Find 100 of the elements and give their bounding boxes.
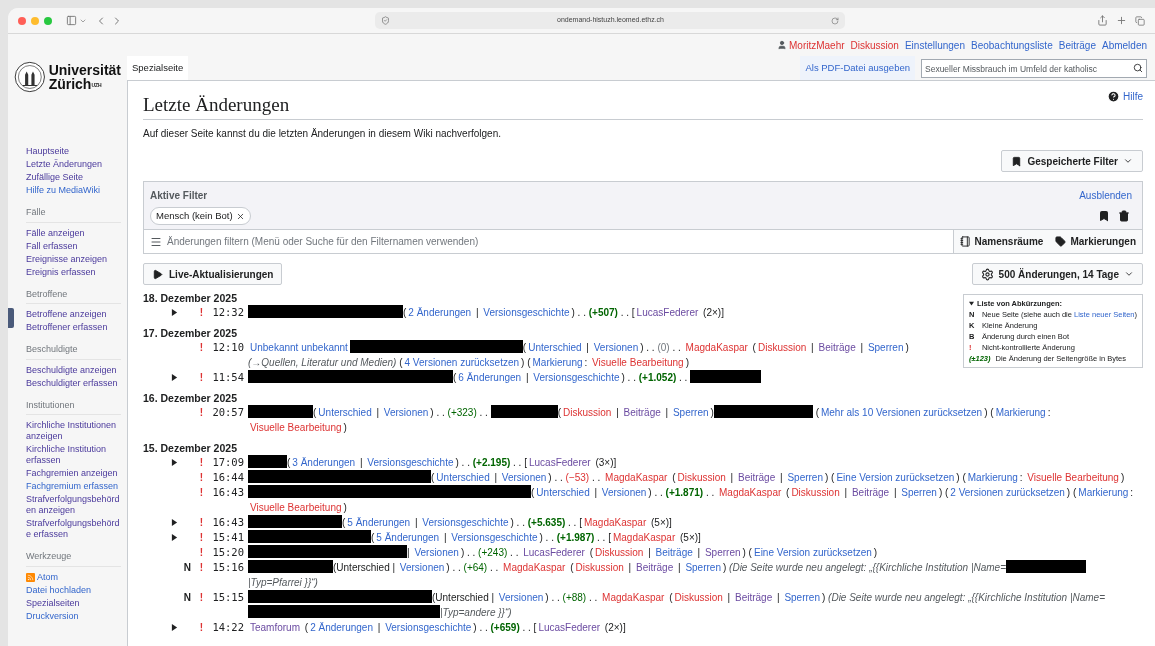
link[interactable]: LucasFederer: [528, 455, 591, 471]
saved-filters-button[interactable]: Gespeicherte Filter: [1001, 150, 1143, 172]
link[interactable]: Sperren: [901, 485, 937, 501]
link[interactable]: Beiträge: [738, 470, 776, 486]
link[interactable]: 2 Änderungen: [408, 305, 472, 321]
link[interactable]: Diskussion: [791, 485, 840, 501]
expand-triangle-icon[interactable]: [170, 459, 178, 467]
sidebar-link[interactable]: Ereignis erfassen: [26, 266, 96, 278]
link[interactable]: Visuelle Bearbeitung: [592, 355, 684, 371]
menu-icon[interactable]: [150, 235, 162, 248]
link[interactable]: Unterschied: [536, 485, 590, 501]
sidebar-icon[interactable]: [66, 15, 77, 26]
link[interactable]: Visuelle Bearbeitung: [1027, 470, 1119, 486]
link[interactable]: Sperren: [672, 405, 709, 421]
window-controls-icon[interactable]: [18, 16, 52, 25]
link[interactable]: MagdaKaspar: [612, 530, 676, 546]
link[interactable]: Eine Version zurücksetzen: [753, 545, 872, 561]
sidebar-link[interactable]: Zufällige Seite: [26, 172, 84, 183]
link[interactable]: Unterschied: [318, 405, 372, 421]
link[interactable]: MagdaKaspar: [602, 590, 665, 606]
sidebar-link[interactable]: Beschuldigter erfassen: [26, 377, 118, 389]
sidebar-link[interactable]: Kirchliche Institutionen anzeigen: [26, 420, 121, 442]
sidebar-handle[interactable]: [8, 308, 14, 328]
link[interactable]: MagdaKaspar: [719, 485, 782, 501]
link[interactable]: Unbekannt unbekannt: [250, 340, 348, 356]
link[interactable]: MagdaKaspar: [583, 515, 647, 531]
filter-chip[interactable]: Mensch (kein Bot): [150, 207, 251, 226]
link[interactable]: Beiträge: [851, 485, 890, 501]
user-menu-link[interactable]: Diskussion: [850, 37, 899, 53]
link[interactable]: Unterschied: [436, 470, 490, 486]
sidebar-link[interactable]: Beschuldigte anzeigen: [26, 364, 117, 376]
link[interactable]: 2 Änderungen: [310, 620, 373, 636]
link[interactable]: Sperren: [685, 560, 721, 576]
expand-triangle-icon[interactable]: [170, 534, 178, 542]
sidebar-link[interactable]: Strafverfolgungsbehörde erfassen: [26, 518, 121, 540]
sidebar-link[interactable]: Letzte Änderungen: [26, 159, 103, 170]
sidebar-link[interactable]: Betroffene anzeigen: [26, 309, 107, 320]
namespaces-button[interactable]: Namensräume: [952, 230, 1050, 254]
link[interactable]: Beiträge: [636, 560, 674, 576]
share-icon[interactable]: [1097, 15, 1108, 26]
help-link[interactable]: Hilfe: [1107, 89, 1143, 104]
link[interactable]: Versionen: [414, 545, 459, 561]
page-tab[interactable]: Als PDF-Datei ausgeben: [800, 56, 915, 80]
link[interactable]: 4 Versionen zurücksetzen: [404, 355, 520, 371]
link[interactable]: Diskussion: [575, 560, 624, 576]
link[interactable]: Diskussion: [674, 590, 723, 606]
link[interactable]: Sperren: [867, 340, 904, 356]
link[interactable]: Markierung: [967, 470, 1018, 486]
expand-triangle-icon[interactable]: [170, 309, 178, 317]
bookmark-icon[interactable]: [1098, 210, 1110, 223]
sidebar-link[interactable]: Fachgremien anzeigen: [26, 468, 118, 479]
expand-triangle-icon[interactable]: [170, 374, 178, 382]
user-menu-link[interactable]: Abmelden: [1101, 37, 1147, 53]
link[interactable]: 5 Änderungen: [347, 515, 411, 531]
search-icon[interactable]: [1133, 63, 1143, 73]
link[interactable]: Eine Version zurücksetzen: [836, 470, 955, 486]
link[interactable]: 3 Änderungen: [292, 455, 356, 471]
sidebar-link[interactable]: Fachgremium erfassen: [26, 481, 119, 492]
expand-triangle-icon[interactable]: [170, 519, 178, 527]
remove-icon[interactable]: [235, 211, 245, 221]
new-tab-icon[interactable]: [1116, 15, 1127, 26]
link[interactable]: Versionen: [501, 470, 547, 486]
sidebar-link[interactable]: Betroffener erfassen: [26, 322, 108, 333]
link[interactable]: Versionen: [399, 560, 445, 576]
sidebar-link[interactable]: Fälle anzeigen: [26, 227, 85, 239]
link[interactable]: Visuelle Bearbeitung: [250, 500, 342, 516]
link[interactable]: 6 Änderungen: [458, 370, 522, 386]
link[interactable]: Versionsgeschichte: [367, 455, 454, 471]
link[interactable]: Versionsgeschichte: [451, 530, 538, 546]
link[interactable]: 5 Änderungen: [376, 530, 440, 546]
tags-button[interactable]: Markierungen: [1049, 230, 1142, 254]
link[interactable]: Versionen: [383, 405, 429, 421]
link[interactable]: MagdaKaspar: [685, 340, 748, 356]
user-menu-link[interactable]: Beiträge: [1058, 37, 1096, 53]
link[interactable]: LucasFederer: [636, 305, 699, 321]
link[interactable]: LucasFederer: [523, 545, 585, 561]
link[interactable]: Unterschied: [528, 340, 582, 356]
link[interactable]: Versionsgeschichte: [533, 370, 620, 386]
link[interactable]: Sperren: [787, 470, 823, 486]
link[interactable]: Diskussion: [757, 340, 807, 356]
link[interactable]: Teamforum: [250, 620, 300, 636]
sidebar-link[interactable]: Fall erfassen: [26, 240, 78, 252]
link[interactable]: Versionsgeschichte: [385, 620, 472, 636]
live-updates-button[interactable]: Live-Aktualisierungen: [143, 263, 283, 286]
link[interactable]: 2 Versionen zurücksetzen: [950, 485, 1065, 501]
search-field[interactable]: Sexueller Missbrauch im Umfeld der katholisc: [921, 59, 1147, 78]
link[interactable]: Beiträge: [623, 405, 661, 421]
sidebar-link[interactable]: Hilfe zu MediaWiki: [26, 185, 101, 196]
sidebar-link[interactable]: Datei hochladen: [26, 584, 92, 596]
hide-link[interactable]: Ausblenden: [1079, 188, 1136, 203]
sidebar-link[interactable]: Atom: [37, 571, 58, 583]
link[interactable]: Beiträge: [818, 340, 856, 356]
expand-triangle-icon[interactable]: [170, 624, 178, 632]
sidebar-link[interactable]: Kirchliche Institution erfassen: [26, 444, 121, 466]
link[interactable]: Diskussion: [677, 470, 726, 486]
collapse-triangle-icon[interactable]: [968, 301, 974, 307]
link[interactable]: Versionen: [593, 340, 639, 356]
link[interactable]: Mehr als 10 Versionen zurücksetzen: [820, 405, 983, 421]
sidebar-link[interactable]: Hauptseite: [26, 146, 70, 157]
sidebar-link[interactable]: Spezialseiten: [26, 597, 80, 609]
